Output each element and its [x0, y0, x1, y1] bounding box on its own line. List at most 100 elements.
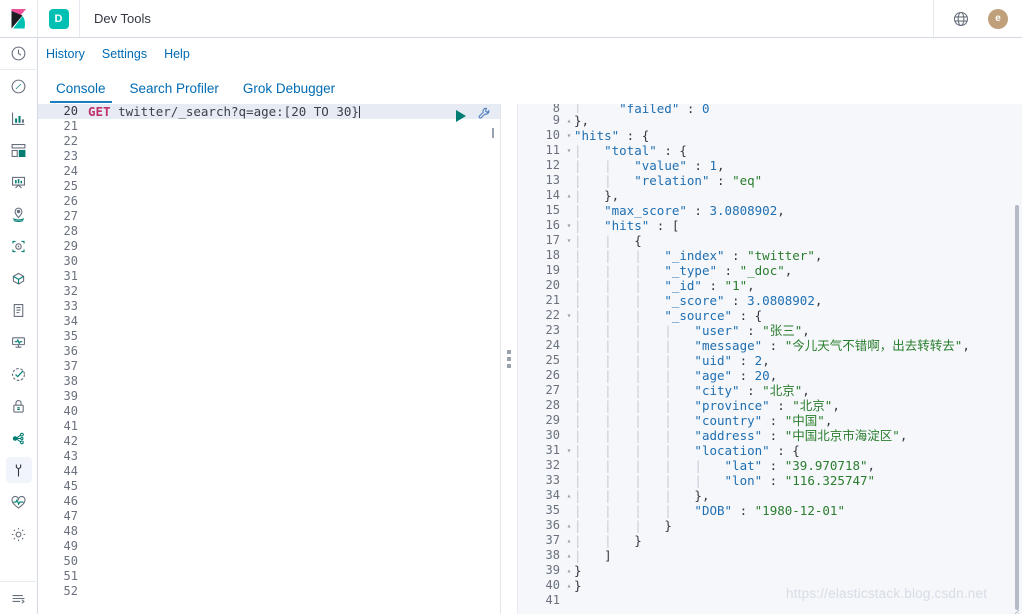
- editor-line[interactable]: 38: [38, 374, 500, 389]
- response-line[interactable]: 25 | | | | "uid" : 2,: [518, 353, 1022, 368]
- fold-toggle-icon[interactable]: [564, 158, 574, 173]
- editor-line[interactable]: 44: [38, 464, 500, 479]
- editor-line[interactable]: 28: [38, 224, 500, 239]
- fold-toggle-icon[interactable]: [564, 428, 574, 443]
- response-line[interactable]: 26 | | | | "age" : 20,: [518, 368, 1022, 383]
- settings-link[interactable]: Settings: [102, 47, 147, 61]
- sidebar-item-collapse-nav[interactable]: [0, 582, 38, 614]
- sidebar-item-management[interactable]: [0, 518, 38, 550]
- editor-line[interactable]: 51: [38, 569, 500, 584]
- editor-line[interactable]: 23: [38, 149, 500, 164]
- editor-line[interactable]: 42: [38, 434, 500, 449]
- request-editor[interactable]: 20 GET twitter/_search?q=age:[20 TO 30} 21…: [38, 104, 501, 614]
- response-line[interactable]: 14 ▴ | },: [518, 188, 1022, 203]
- response-line[interactable]: 19 | | | "_type" : "_doc",: [518, 263, 1022, 278]
- fold-toggle-icon[interactable]: ▾: [564, 308, 574, 323]
- sidebar-item-discover[interactable]: [0, 70, 38, 102]
- response-line[interactable]: 21 | | | "_score" : 3.0808902,: [518, 293, 1022, 308]
- editor-line[interactable]: 27: [38, 209, 500, 224]
- response-line[interactable]: 17 ▾ | | {: [518, 233, 1022, 248]
- editor-line[interactable]: 34: [38, 314, 500, 329]
- response-line[interactable]: 18 | | | "_index" : "twitter",: [518, 248, 1022, 263]
- tab-search-profiler[interactable]: Search Profiler: [118, 81, 231, 103]
- editor-line[interactable]: 20 GET twitter/_search?q=age:[20 TO 30}: [38, 104, 500, 119]
- sidebar-item-dashboard[interactable]: [0, 134, 38, 166]
- fold-toggle-icon[interactable]: ▴: [564, 563, 574, 578]
- editor-line[interactable]: 35: [38, 329, 500, 344]
- editor-line[interactable]: 37: [38, 359, 500, 374]
- editor-line[interactable]: 41: [38, 419, 500, 434]
- response-line[interactable]: 10 ▾ "hits" : {: [518, 128, 1022, 143]
- fold-toggle-icon[interactable]: [564, 503, 574, 518]
- fold-toggle-icon[interactable]: [564, 413, 574, 428]
- editor-line[interactable]: 48: [38, 524, 500, 539]
- editor-line[interactable]: 26: [38, 194, 500, 209]
- fold-toggle-icon[interactable]: [564, 203, 574, 218]
- tab-console[interactable]: Console: [44, 81, 118, 103]
- response-line[interactable]: 41: [518, 593, 1022, 608]
- sidebar-item-siem[interactable]: [0, 390, 38, 422]
- fold-toggle-icon[interactable]: ▴: [564, 188, 574, 203]
- fold-toggle-icon[interactable]: ▴: [564, 578, 574, 593]
- editor-line[interactable]: 36: [38, 344, 500, 359]
- editor-line[interactable]: 25: [38, 179, 500, 194]
- fold-toggle-icon[interactable]: [564, 383, 574, 398]
- editor-line[interactable]: 29: [38, 239, 500, 254]
- response-line[interactable]: 23 | | | | "user" : "张三",: [518, 323, 1022, 338]
- fold-toggle-icon[interactable]: [564, 458, 574, 473]
- fold-toggle-icon[interactable]: [564, 263, 574, 278]
- response-line[interactable]: 31 ▾ | | | | "location" : {: [518, 443, 1022, 458]
- resize-corner-icon[interactable]: [1010, 602, 1020, 614]
- help-link[interactable]: Help: [164, 47, 190, 61]
- response-line[interactable]: 34 ▴ | | | | },: [518, 488, 1022, 503]
- pane-splitter[interactable]: [501, 104, 518, 614]
- fold-toggle-icon[interactable]: [564, 353, 574, 368]
- sidebar-item-dev-tools[interactable]: [0, 454, 38, 486]
- response-line[interactable]: 29 | | | | "country" : "中国",: [518, 413, 1022, 428]
- editor-line[interactable]: 31: [38, 269, 500, 284]
- fold-toggle-icon[interactable]: [564, 104, 574, 113]
- response-scrollbar-thumb[interactable]: [1015, 205, 1019, 610]
- sidebar-item-uptime[interactable]: [0, 358, 38, 390]
- fold-toggle-icon[interactable]: ▾: [564, 218, 574, 233]
- response-line[interactable]: 16 ▾ | "hits" : [: [518, 218, 1022, 233]
- fold-toggle-icon[interactable]: [564, 368, 574, 383]
- tab-grok-debugger[interactable]: Grok Debugger: [231, 81, 347, 103]
- response-line[interactable]: 32 | | | | | "lat" : "39.970718",: [518, 458, 1022, 473]
- response-line[interactable]: 36 ▴ | | | }: [518, 518, 1022, 533]
- sidebar-item-maps[interactable]: [0, 198, 38, 230]
- fold-toggle-icon[interactable]: ▴: [564, 488, 574, 503]
- fold-toggle-icon[interactable]: [564, 278, 574, 293]
- response-line[interactable]: 39 ▴}: [518, 563, 1022, 578]
- response-line[interactable]: 24 | | | | "message" : "今儿天气不错啊，出去转转去",: [518, 338, 1022, 353]
- response-line[interactable]: 27 | | | | "city" : "北京",: [518, 383, 1022, 398]
- response-viewer[interactable]: 8 | "failed" : 0 9 ▴}, 10 ▾ "hits" : {11 ▾ | "to…: [518, 104, 1022, 614]
- response-line[interactable]: 11 ▾ | "total" : {: [518, 143, 1022, 158]
- response-line[interactable]: 33 | | | | | "lon" : "116.325747": [518, 473, 1022, 488]
- sidebar-item-canvas[interactable]: [0, 166, 38, 198]
- response-line[interactable]: 15 | "max_score" : 3.0808902,: [518, 203, 1022, 218]
- sidebar-item-infrastructure[interactable]: [0, 262, 38, 294]
- response-line[interactable]: 22 ▾ | | | "_source" : {: [518, 308, 1022, 323]
- editor-line[interactable]: 22: [38, 134, 500, 149]
- sidebar-item-visualize[interactable]: [0, 102, 38, 134]
- fold-toggle-icon[interactable]: [564, 473, 574, 488]
- fold-toggle-icon[interactable]: [564, 323, 574, 338]
- sidebar-item-machine-learning[interactable]: [0, 230, 38, 262]
- globe-help-icon[interactable]: [952, 10, 970, 28]
- wrench-icon[interactable]: [477, 106, 492, 125]
- editor-line[interactable]: 30: [38, 254, 500, 269]
- response-line[interactable]: 37 ▴ | | }: [518, 533, 1022, 548]
- fold-toggle-icon[interactable]: [564, 173, 574, 188]
- editor-line[interactable]: 43: [38, 449, 500, 464]
- fold-toggle-icon[interactable]: [564, 398, 574, 413]
- editor-line[interactable]: 52: [38, 584, 500, 599]
- app-badge[interactable]: D: [38, 0, 80, 37]
- editor-line[interactable]: 45: [38, 479, 500, 494]
- sidebar-item-logs[interactable]: [0, 294, 38, 326]
- fold-toggle-icon[interactable]: ▾: [564, 143, 574, 158]
- response-line[interactable]: 13 | | "relation" : "eq": [518, 173, 1022, 188]
- editor-line[interactable]: 21: [38, 119, 500, 134]
- response-line[interactable]: 30 | | | | "address" : "中国北京市海淀区",: [518, 428, 1022, 443]
- avatar[interactable]: e: [988, 8, 1008, 29]
